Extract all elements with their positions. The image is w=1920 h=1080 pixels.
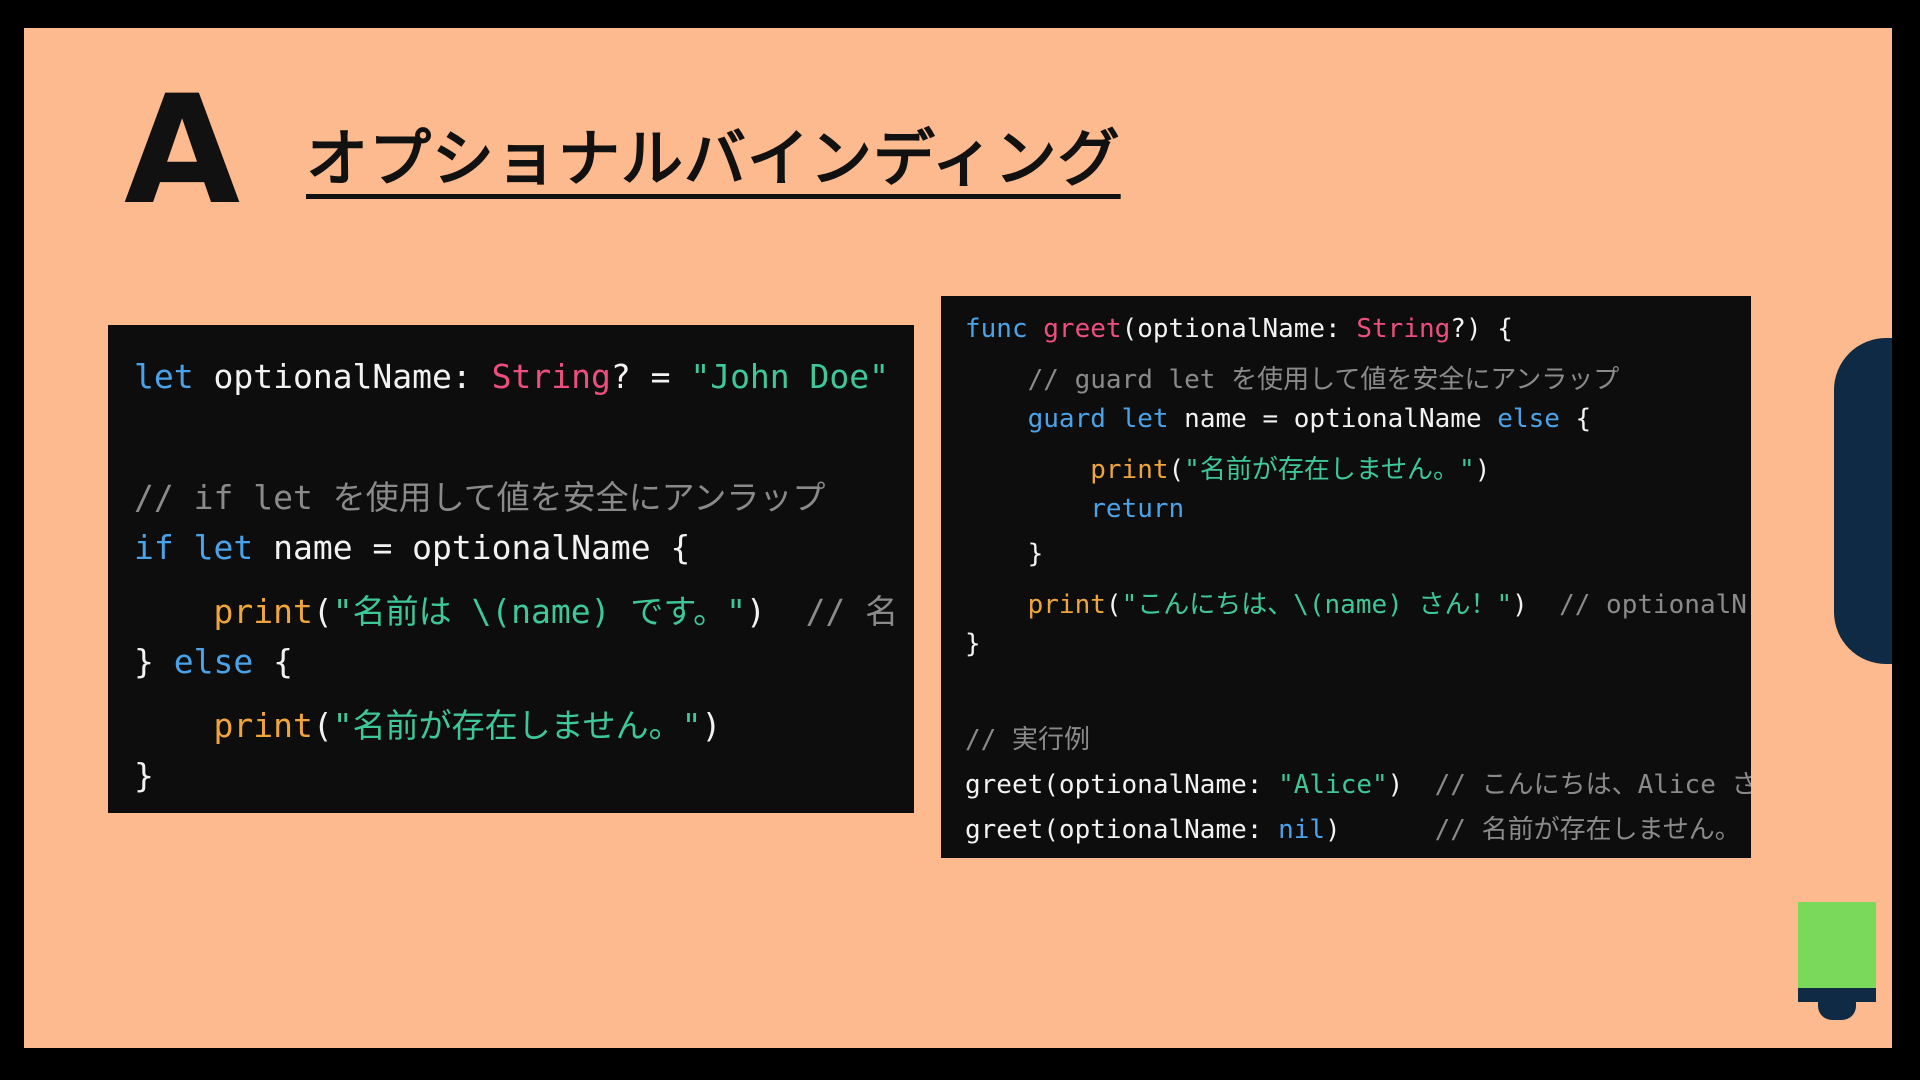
code-token: String bbox=[491, 357, 611, 396]
code-token: ) bbox=[1387, 770, 1435, 800]
code-token: } bbox=[965, 539, 1044, 569]
code-token: // optionalN bbox=[1559, 590, 1747, 620]
code-line: } bbox=[965, 539, 1044, 569]
code-token: greet bbox=[1043, 314, 1122, 344]
code-token: "名前が存在しません。" bbox=[1184, 455, 1475, 485]
code-line: guard let name = optionalName else { bbox=[965, 404, 1592, 434]
code-token: // guard let を使用して値を安全にアンラップ bbox=[1027, 365, 1620, 395]
marker-icon bbox=[1798, 902, 1876, 988]
code-line: func greet(optionalName: String?) { bbox=[965, 314, 1513, 344]
code-token: greet(optionalName: bbox=[965, 815, 1279, 845]
code-token: // こんにちは、Alice さ bbox=[1434, 770, 1751, 800]
code-token: } bbox=[134, 642, 174, 681]
code-line: let optionalName: String? = "John Doe" bbox=[134, 357, 889, 396]
code-token: "Alice" bbox=[1278, 770, 1388, 800]
code-token: func bbox=[965, 314, 1028, 344]
slide: A オプショナルバインディング let optionalName: String… bbox=[24, 28, 1892, 1048]
code-token: // 名 bbox=[805, 592, 899, 631]
code-token: ) bbox=[701, 706, 722, 745]
code-line: print("名前が存在しません。") bbox=[965, 449, 1490, 486]
code-token: ?) { bbox=[1450, 314, 1513, 344]
code-token: // 実行例 bbox=[965, 725, 1090, 755]
code-token: let bbox=[134, 357, 194, 396]
code-line: } bbox=[965, 629, 981, 659]
code-block-if-let: let optionalName: String? = "John Doe" //… bbox=[108, 325, 914, 813]
code-token: "John Doe" bbox=[690, 357, 890, 396]
code-token: nil bbox=[1278, 815, 1326, 845]
code-token: print bbox=[1027, 590, 1106, 620]
section-letter: A bbox=[124, 64, 241, 238]
marker-tip bbox=[1818, 1000, 1856, 1020]
code-line: print("名前が存在しません。") bbox=[134, 699, 721, 747]
code-token: guard bbox=[1027, 404, 1106, 434]
code-token: ? = bbox=[610, 357, 691, 396]
code-token: ) bbox=[745, 592, 806, 631]
code-line: greet(optionalName: "Alice") // こんにちは、Al… bbox=[965, 764, 1751, 801]
code-token: print bbox=[1090, 455, 1169, 485]
code-token: return bbox=[1090, 494, 1185, 524]
code-line: print("こんにちは、\(name) さん！") // optionalN bbox=[965, 584, 1747, 621]
code-line: } else { bbox=[134, 642, 293, 681]
code-token: else bbox=[1497, 404, 1560, 434]
code-token: ) bbox=[1512, 590, 1560, 620]
code-token: name = optionalName bbox=[1168, 404, 1498, 434]
code-token: optionalName: bbox=[193, 357, 492, 396]
code-token: ( bbox=[1105, 590, 1122, 620]
slide-title: オプショナルバインディング bbox=[306, 122, 1121, 195]
code-line: // if let を使用して値を安全にアンラップ bbox=[134, 471, 825, 519]
code-token: } bbox=[134, 756, 154, 795]
code-token: greet(optionalName: bbox=[965, 770, 1279, 800]
code-token: print bbox=[213, 592, 313, 631]
code-token: // if let を使用して値を安全にアンラップ bbox=[134, 478, 826, 517]
code-token: // 名前が存在しません。 bbox=[1434, 815, 1741, 845]
code-token: print bbox=[213, 706, 313, 745]
code-token: { bbox=[253, 642, 293, 681]
code-token: ( bbox=[312, 592, 333, 631]
code-token: let bbox=[193, 528, 254, 567]
code-line: // guard let を使用して値を安全にアンラップ bbox=[965, 359, 1620, 396]
code-token: "こんにちは、\(name) さん！" bbox=[1121, 590, 1513, 620]
code-line: if let name = optionalName { bbox=[134, 528, 690, 567]
code-token: "名前は \(name) です。" bbox=[332, 592, 746, 631]
code-line: } bbox=[134, 756, 154, 795]
code-token: ( bbox=[312, 706, 333, 745]
code-line: // 実行例 bbox=[965, 719, 1090, 756]
code-token: { bbox=[1559, 404, 1592, 434]
code-token: else bbox=[173, 642, 254, 681]
code-token: ) bbox=[1325, 815, 1435, 845]
code-token: (optionalName: bbox=[1121, 314, 1357, 344]
code-token: String bbox=[1356, 314, 1451, 344]
code-line: return bbox=[965, 494, 1184, 524]
code-token: name = optionalName { bbox=[253, 528, 691, 567]
code-line: print("名前は \(name) です。") // 名 bbox=[134, 585, 898, 633]
code-token: } bbox=[965, 629, 981, 659]
code-token: if bbox=[134, 528, 174, 567]
code-token: ) bbox=[1474, 455, 1491, 485]
code-line: greet(optionalName: nil) // 名前が存在しません。 bbox=[965, 809, 1741, 846]
side-tab-shape bbox=[1834, 338, 1892, 664]
code-block-guard-let: func greet(optionalName: String?) { // g… bbox=[941, 296, 1751, 858]
code-token: ( bbox=[1168, 455, 1185, 485]
code-token: let bbox=[1121, 404, 1169, 434]
code-token: "名前が存在しません。" bbox=[332, 706, 702, 745]
